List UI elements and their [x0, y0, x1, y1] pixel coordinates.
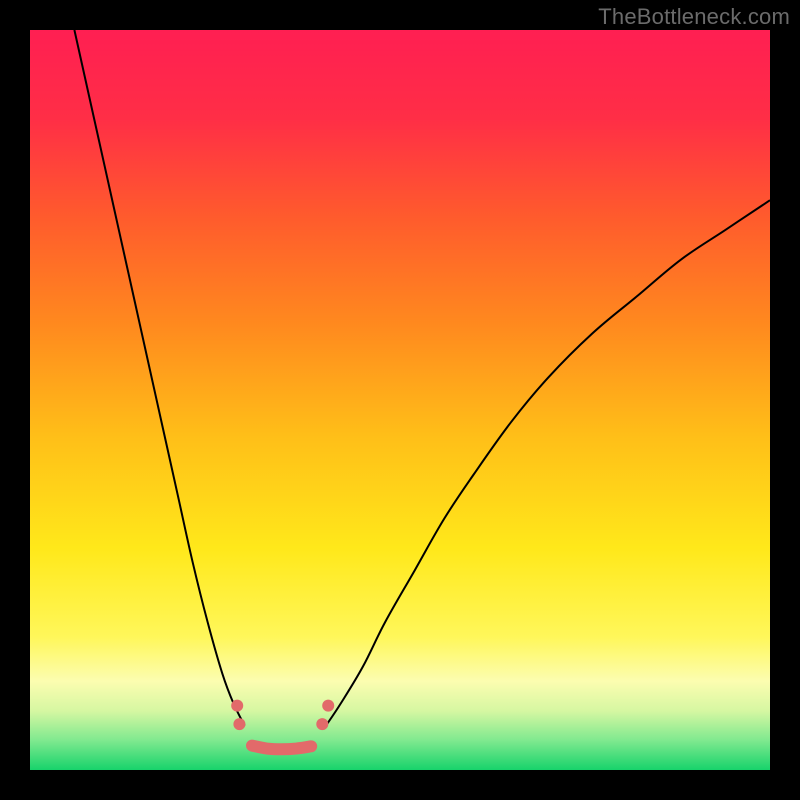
chart-svg — [30, 30, 770, 770]
marker-right-dot-upper — [322, 700, 334, 712]
series-right-branch — [326, 200, 770, 725]
outer-frame: TheBottleneck.com — [0, 0, 800, 800]
watermark-text: TheBottleneck.com — [598, 4, 790, 30]
marker-right-dot-lower — [316, 718, 328, 730]
series-valley-floor — [252, 746, 311, 750]
series-left-branch — [74, 30, 244, 726]
plot-area — [30, 30, 770, 770]
marker-left-dot-upper — [231, 700, 243, 712]
marker-left-dot-lower — [233, 718, 245, 730]
